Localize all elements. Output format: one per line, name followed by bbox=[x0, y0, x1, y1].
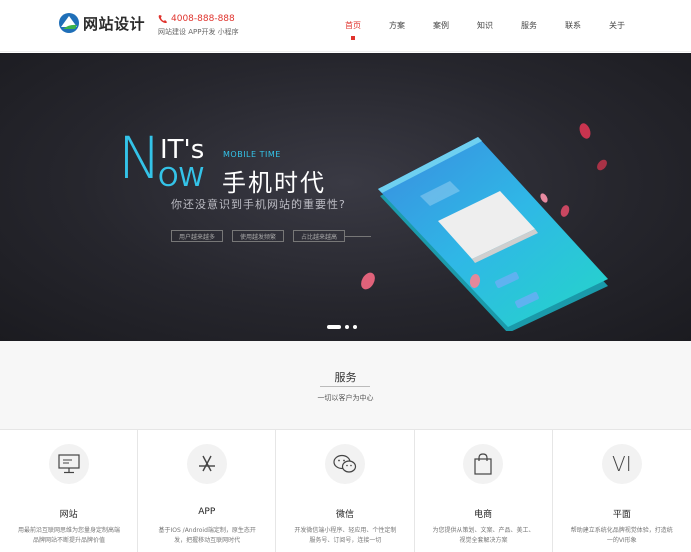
nav-item-services[interactable]: 服务 bbox=[507, 0, 551, 52]
nav-item-knowledge[interactable]: 知识 bbox=[463, 0, 507, 52]
vi-icon: VI bbox=[601, 444, 642, 484]
app-store-icon bbox=[186, 444, 227, 484]
card-description: 为您提供从策划、文案、产品、美工、视觉全套解决方案 bbox=[432, 527, 535, 544]
nav-item-about[interactable]: 关于 bbox=[595, 0, 639, 52]
nav-item-cases[interactable]: 案例 bbox=[419, 0, 463, 52]
logo-text: 网站设计 bbox=[83, 14, 146, 33]
service-card-wechat[interactable]: 微信 开发微信端小程序、轻应用、个性定制服务号、订阅号，连接一切 bbox=[276, 430, 415, 552]
title-divider bbox=[320, 386, 370, 387]
nav-item-label: 服务 bbox=[521, 21, 537, 30]
banner-tag: 用户越来越多 bbox=[171, 230, 223, 242]
banner-mobile-time: MOBILE TIME bbox=[223, 150, 281, 159]
nav-item-home[interactable]: 首页 bbox=[331, 0, 375, 52]
active-indicator bbox=[351, 36, 355, 40]
nav-item-label: 联系 bbox=[565, 21, 581, 30]
section-title: 服务 bbox=[334, 371, 357, 384]
card-title: APP bbox=[198, 507, 216, 517]
tagline: 网站建设 APP开发 小程序 bbox=[158, 28, 239, 36]
phone-illustration bbox=[361, 123, 608, 331]
card-description: 用最前沿互联网思维为您量身定制高端品牌网站不断提升品牌价值 bbox=[17, 527, 120, 544]
banner-title: 手机时代 bbox=[222, 169, 326, 197]
shopping-bag-icon bbox=[463, 444, 504, 484]
wechat-icon bbox=[324, 444, 365, 484]
phone-icon bbox=[158, 15, 167, 23]
service-card-website[interactable]: 网站 用最前沿互联网思维为您量身定制高端品牌网站不断提升品牌价值 bbox=[0, 430, 139, 552]
contact-info: 4008-888-888 网站建设 APP开发 小程序 bbox=[158, 14, 239, 37]
service-card-graphic[interactable]: VI 平面 帮助建立系统化品牌视觉体验，打造统一的VI形象 bbox=[552, 430, 691, 552]
nav-item-contact[interactable]: 联系 bbox=[551, 0, 595, 52]
banner-big-letter: N bbox=[118, 124, 162, 192]
section-subtitle: 一切以客户为中心 bbox=[317, 394, 374, 402]
card-title: 平面 bbox=[612, 510, 631, 520]
banner-its: IT's bbox=[160, 135, 205, 165]
card-title: 微信 bbox=[335, 510, 354, 520]
logo[interactable]: 网站设计 bbox=[58, 12, 145, 34]
nav-item-label: 首页 bbox=[345, 21, 361, 30]
nav-item-label: 案例 bbox=[433, 21, 449, 30]
card-title: 电商 bbox=[474, 510, 493, 520]
card-description: 基于IOS /Android端定制，原生态开发，把握移动互联网时代 bbox=[158, 527, 256, 544]
card-title: 网站 bbox=[59, 510, 78, 520]
card-description: 帮助建立系统化品牌视觉体验，打造统一的VI形象 bbox=[570, 527, 673, 544]
banner-subtitle: 你还没意识到手机网站的重要性? bbox=[171, 198, 346, 211]
logo-icon bbox=[59, 13, 79, 33]
banner-tag: 占比越来越高 bbox=[293, 230, 345, 242]
carousel-dot[interactable] bbox=[345, 325, 349, 329]
nav-item-label: 知识 bbox=[477, 21, 493, 30]
vi-icon-text: VI bbox=[612, 452, 632, 476]
nav-item-label: 方案 bbox=[389, 21, 405, 30]
carousel-dot[interactable] bbox=[353, 325, 357, 329]
carousel-indicators bbox=[327, 325, 361, 329]
nav-item-label: 关于 bbox=[609, 21, 625, 30]
services-section: 服务 一切以客户为中心 网站 用最前沿互联网思维为您量身定制高端品牌网站不断提升… bbox=[0, 341, 691, 552]
service-card-app[interactable]: APP 基于IOS /Android端定制，原生态开发，把握移动互联网时代 bbox=[138, 430, 277, 552]
service-cards: 网站 用最前沿互联网思维为您量身定制高端品牌网站不断提升品牌价值 APP 基于I… bbox=[0, 429, 691, 552]
hero-banner[interactable]: N IT's OW MOBILE TIME 手机时代 你还没意识到手机网站的重要… bbox=[0, 53, 691, 341]
banner-ow: OW bbox=[158, 163, 205, 193]
nav-item-solutions[interactable]: 方案 bbox=[375, 0, 419, 52]
phone-number[interactable]: 4008-888-888 bbox=[171, 14, 235, 24]
main-nav: 首页 方案 案例 知识 服务 联系 关于 bbox=[331, 0, 639, 52]
banner-tag: 使用越发频繁 bbox=[232, 230, 284, 242]
card-description: 开发微信端小程序、轻应用、个性定制服务号、订阅号，连接一切 bbox=[294, 527, 397, 544]
carousel-dot-active[interactable] bbox=[327, 325, 341, 329]
service-card-ecommerce[interactable]: 电商 为您提供从策划、文案、产品、美工、视觉全套解决方案 bbox=[414, 430, 553, 552]
site-header: 网站设计 4008-888-888 网站建设 APP开发 小程序 首页 方案 案… bbox=[0, 0, 691, 52]
monitor-icon bbox=[48, 444, 89, 484]
